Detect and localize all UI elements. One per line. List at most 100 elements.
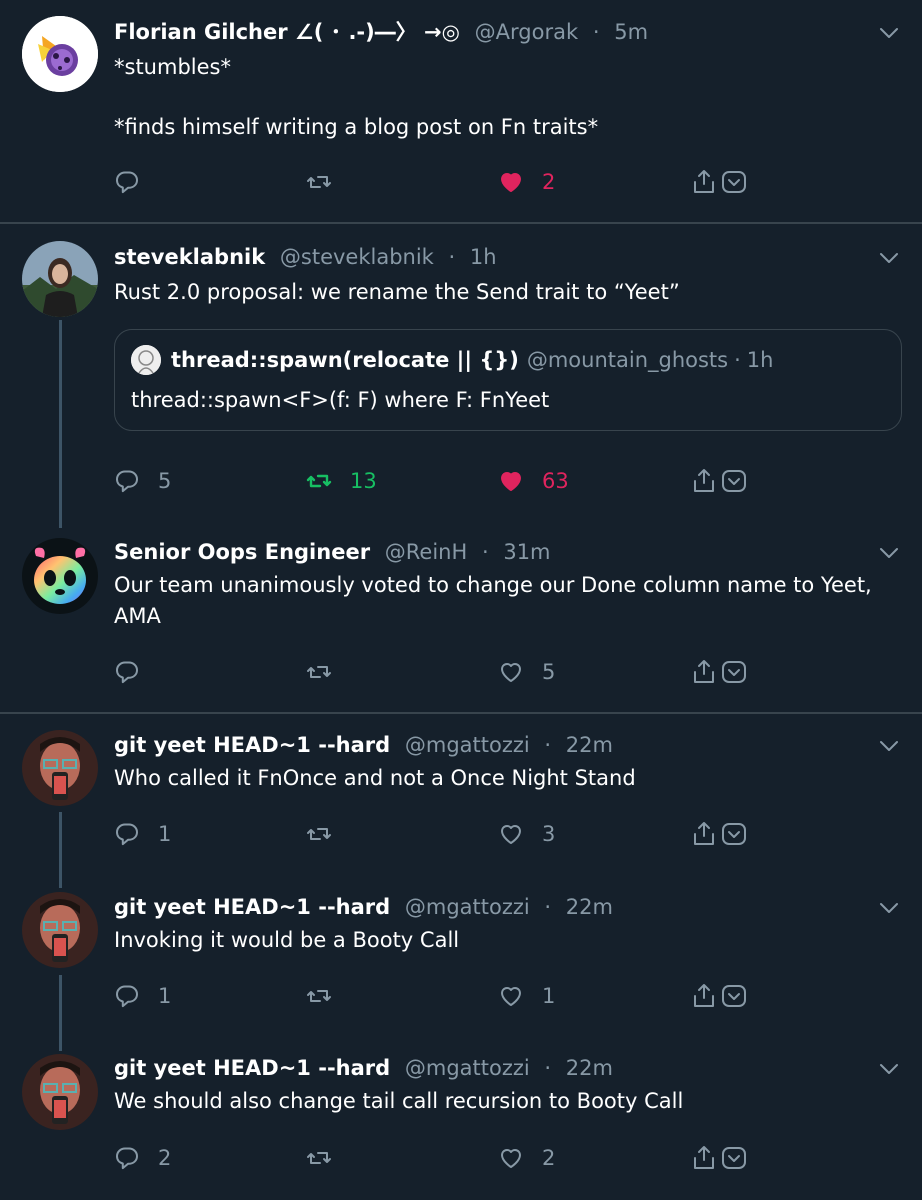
- quoted-tweet[interactable]: thread::spawn(relocate || {}) @mountain_…: [114, 329, 902, 431]
- avatar[interactable]: [22, 1054, 98, 1130]
- chevron-down-icon[interactable]: [878, 247, 900, 269]
- share-icon[interactable]: [690, 467, 718, 495]
- quoted-display-name: thread::spawn(relocate || {}): [171, 348, 519, 372]
- handle[interactable]: @Argorak: [475, 20, 578, 44]
- handle[interactable]: @mgattozzi: [405, 895, 530, 919]
- retweet-button[interactable]: [306, 979, 350, 1013]
- tweet[interactable]: git yeet HEAD~1 --hard @mgattozzi · 22m …: [0, 1038, 922, 1200]
- tweet-actions: 5: [114, 655, 894, 689]
- timestamp[interactable]: 5m: [614, 20, 648, 44]
- reply-button[interactable]: 1: [114, 817, 171, 851]
- tweet[interactable]: git yeet HEAD~1 --hard @mgattozzi · 22m …: [0, 876, 922, 1036]
- share-controls: [690, 655, 748, 689]
- retweet-button[interactable]: [306, 817, 350, 851]
- retweet-icon: [307, 990, 331, 1002]
- chevron-down-icon[interactable]: [878, 22, 900, 44]
- share-icon[interactable]: [690, 820, 718, 848]
- tweet-header: git yeet HEAD~1 --hard @mgattozzi · 22m: [114, 1053, 613, 1083]
- like-button[interactable]: 2: [498, 1141, 555, 1175]
- retweet-button[interactable]: [306, 1141, 350, 1175]
- share-icon[interactable]: [690, 982, 718, 1010]
- display-name[interactable]: git yeet HEAD~1 --hard: [114, 733, 390, 757]
- separator: ·: [481, 540, 489, 564]
- tweet[interactable]: Florian Gilcher ∠( ･ .-)―〉 →◎ @Argorak ·…: [0, 0, 922, 222]
- display-name[interactable]: Florian Gilcher ∠( ･ .-)―〉 →◎: [114, 20, 460, 44]
- tweet-text: We should also change tail call recursio…: [114, 1086, 894, 1117]
- retweet-icon: [307, 1152, 331, 1164]
- handle[interactable]: @steveklabnik: [280, 245, 434, 269]
- share-controls: [690, 1141, 748, 1175]
- chevron-down-icon[interactable]: [878, 735, 900, 757]
- display-name[interactable]: git yeet HEAD~1 --hard: [114, 895, 390, 919]
- retweet-icon: [307, 666, 331, 678]
- retweet-count: 13: [350, 469, 377, 493]
- avatar[interactable]: [22, 730, 98, 806]
- separator: ·: [734, 348, 741, 372]
- tweet-text-line: AMA: [114, 604, 161, 628]
- bookmark-dropdown-icon[interactable]: [720, 658, 748, 686]
- tweet[interactable]: steveklabnik @steveklabnik · 1h Rust 2.0…: [0, 224, 922, 512]
- like-button[interactable]: 3: [498, 817, 555, 851]
- tweet-header: git yeet HEAD~1 --hard @mgattozzi · 22m: [114, 730, 613, 760]
- display-name[interactable]: Senior Oops Engineer: [114, 540, 370, 564]
- tweet-actions: 1 1: [114, 979, 894, 1013]
- quoted-timestamp: 1h: [746, 348, 774, 372]
- like-count: 1: [542, 984, 556, 1008]
- bookmark-dropdown-icon[interactable]: [720, 1144, 748, 1172]
- avatar[interactable]: [22, 241, 98, 317]
- quoted-tweet-text: thread::spawn<F>(f: F) where F: FnYeet: [131, 388, 550, 412]
- timestamp[interactable]: 22m: [566, 733, 613, 757]
- timestamp[interactable]: 1h: [470, 245, 497, 269]
- like-button[interactable]: 2: [498, 165, 555, 199]
- retweet-icon: [306, 474, 332, 488]
- quoted-handle: @mountain_ghosts: [526, 348, 729, 372]
- reply-button[interactable]: 2: [114, 1141, 171, 1175]
- reply-count: 5: [158, 469, 172, 493]
- share-icon[interactable]: [690, 168, 718, 196]
- handle[interactable]: @ReinH: [385, 540, 468, 564]
- tweet-actions: 2: [114, 165, 894, 199]
- bookmark-dropdown-icon[interactable]: [720, 168, 748, 196]
- chevron-down-icon[interactable]: [878, 542, 900, 564]
- bookmark-dropdown-icon[interactable]: [720, 467, 748, 495]
- reply-count: 2: [158, 1146, 172, 1170]
- tweet-text-line: We should also change tail call recursio…: [114, 1089, 684, 1113]
- like-count: 3: [542, 822, 556, 846]
- tweet[interactable]: Senior Oops Engineer @ReinH · 31m Our te…: [0, 520, 922, 712]
- like-button[interactable]: 1: [498, 979, 555, 1013]
- reply-button[interactable]: [114, 655, 158, 689]
- share-controls: [690, 979, 748, 1013]
- tweet-actions: 2 2: [114, 1141, 894, 1175]
- timestamp[interactable]: 31m: [503, 540, 550, 564]
- timestamp[interactable]: 22m: [566, 1056, 613, 1080]
- like-button[interactable]: 5: [498, 655, 555, 689]
- share-icon[interactable]: [690, 1144, 718, 1172]
- retweet-button[interactable]: [306, 165, 350, 199]
- display-name[interactable]: steveklabnik: [114, 245, 265, 269]
- tweet-header: Senior Oops Engineer @ReinH · 31m: [114, 537, 551, 567]
- reply-button[interactable]: 1: [114, 979, 171, 1013]
- retweet-button[interactable]: 13: [306, 464, 377, 498]
- bookmark-dropdown-icon[interactable]: [720, 820, 748, 848]
- handle[interactable]: @mgattozzi: [405, 733, 530, 757]
- tweet-header: steveklabnik @steveklabnik · 1h: [114, 242, 497, 272]
- tweet-text: *stumbles* *finds himself writing a blog…: [114, 52, 894, 143]
- timestamp[interactable]: 22m: [566, 895, 613, 919]
- reply-button[interactable]: [114, 165, 158, 199]
- tweet[interactable]: git yeet HEAD~1 --hard @mgattozzi · 22m …: [0, 714, 922, 874]
- like-button[interactable]: 63: [498, 464, 569, 498]
- avatar[interactable]: [22, 892, 98, 968]
- reply-button[interactable]: 5: [114, 464, 171, 498]
- avatar[interactable]: [22, 538, 98, 614]
- retweet-button[interactable]: [306, 655, 350, 689]
- heart-icon: [501, 1149, 521, 1168]
- handle[interactable]: @mgattozzi: [405, 1056, 530, 1080]
- bookmark-dropdown-icon[interactable]: [720, 982, 748, 1010]
- display-name[interactable]: git yeet HEAD~1 --hard: [114, 1056, 390, 1080]
- avatar[interactable]: [22, 16, 98, 92]
- chevron-down-icon[interactable]: [878, 1058, 900, 1080]
- chevron-down-icon[interactable]: [878, 897, 900, 919]
- share-icon[interactable]: [690, 658, 718, 686]
- like-count: 63: [542, 469, 569, 493]
- reply-icon: [116, 470, 138, 493]
